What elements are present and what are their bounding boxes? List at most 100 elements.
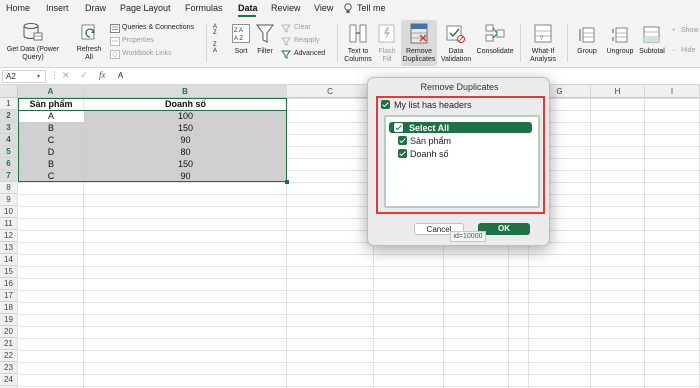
sort-az-buttons[interactable]: AZ ZA bbox=[212, 22, 226, 62]
show-label: Show bbox=[681, 27, 699, 34]
consolidate-button[interactable]: Consolidate bbox=[474, 20, 516, 66]
tooltip: id=10000 bbox=[450, 231, 486, 242]
group-icon bbox=[579, 27, 595, 43]
has-headers-label[interactable]: My list has headers bbox=[394, 100, 472, 110]
workbook-links-label: Workbook Links bbox=[122, 50, 172, 57]
sort-button[interactable]: Z A A Z Sort bbox=[230, 20, 252, 66]
workbook-links-button[interactable]: Workbook Links bbox=[108, 49, 188, 60]
tab-home[interactable]: Home bbox=[6, 3, 30, 13]
tab-formulas[interactable]: Formulas bbox=[185, 3, 223, 13]
flash-fill-button[interactable]: Flash Fill bbox=[376, 20, 398, 66]
insert-function-button[interactable]: fx bbox=[99, 70, 106, 80]
properties-icon bbox=[110, 37, 120, 46]
formula-bar: A2 ▾ ⋮ ✕ ✓ fx A bbox=[0, 68, 700, 85]
advanced-label: Advanced bbox=[294, 50, 326, 57]
text-to-columns-button[interactable]: Text to Columns bbox=[340, 20, 376, 66]
svg-text:Z A: Z A bbox=[234, 28, 243, 34]
table-cell[interactable]: 150 bbox=[84, 159, 287, 170]
group-button[interactable]: Group bbox=[572, 20, 602, 66]
header-cell-b1[interactable]: Doanh số bbox=[84, 99, 287, 110]
tab-view[interactable]: View bbox=[314, 3, 333, 13]
table-cell[interactable]: B bbox=[18, 123, 84, 134]
active-tab-indicator bbox=[238, 15, 256, 17]
clear-filter-button[interactable]: Clear bbox=[280, 23, 320, 34]
menu-bar: Home Insert Draw Page Layout Formulas Da… bbox=[0, 0, 700, 18]
tab-review[interactable]: Review bbox=[271, 3, 301, 13]
confirm-entry-icon[interactable]: ✓ bbox=[80, 70, 88, 81]
table-cell[interactable]: A bbox=[18, 111, 84, 122]
subtotal-button[interactable]: Subtotal bbox=[637, 20, 667, 66]
svg-text:A Z: A Z bbox=[234, 36, 243, 42]
refresh-icon bbox=[81, 24, 95, 40]
column-label-san-pham[interactable]: Sản phẩm bbox=[410, 136, 451, 146]
column-checkbox-doanh-so[interactable] bbox=[398, 149, 407, 158]
tell-me-search[interactable]: Tell me bbox=[357, 3, 386, 13]
tab-page-layout[interactable]: Page Layout bbox=[120, 3, 171, 13]
table-cell[interactable]: D bbox=[18, 147, 84, 158]
table-cell[interactable]: 100 bbox=[84, 111, 287, 122]
remove-duplicates-label-2: Duplicates bbox=[402, 56, 436, 63]
refresh-label-1: Refresh bbox=[76, 46, 102, 53]
filter-icon bbox=[256, 24, 274, 43]
text-to-columns-label-2: Columns bbox=[344, 56, 372, 63]
refresh-all-button[interactable]: Refresh All bbox=[72, 20, 106, 66]
name-box[interactable]: A2 ▾ bbox=[2, 70, 46, 83]
table-cell[interactable]: 90 bbox=[84, 135, 287, 146]
table-cell[interactable]: B bbox=[18, 159, 84, 170]
ungroup-button[interactable]: Ungroup bbox=[603, 20, 637, 66]
formula-input[interactable]: A bbox=[118, 71, 123, 80]
select-all-row[interactable]: Select All bbox=[389, 122, 532, 133]
ribbon-separator bbox=[206, 24, 207, 62]
name-box-dropdown-icon[interactable]: ▾ bbox=[37, 73, 40, 80]
column-label-doanh-so[interactable]: Doanh số bbox=[410, 149, 449, 159]
table-cell[interactable]: C bbox=[18, 171, 84, 182]
ribbon: Get Data (Power Query) Refresh All Queri… bbox=[0, 18, 700, 68]
ungroup-icon bbox=[612, 27, 628, 43]
refresh-label-2: All bbox=[85, 54, 93, 61]
reapply-button[interactable]: Reapply bbox=[280, 36, 325, 47]
spreadsheet-grid: A B C D E F G H I 1234567891011121314151… bbox=[0, 85, 700, 388]
flash-fill-label-2: Fill bbox=[382, 56, 392, 63]
cancel-entry-icon[interactable]: ✕ bbox=[62, 70, 70, 81]
what-if-analysis-button[interactable]: ? What-If Analysis bbox=[525, 20, 561, 66]
column-checkbox-san-pham[interactable] bbox=[398, 136, 407, 145]
sort-descending-icon: ZA bbox=[213, 42, 218, 54]
table-cell[interactable]: 80 bbox=[84, 147, 287, 158]
what-if-label-1: What-If bbox=[531, 48, 555, 55]
hide-detail-button[interactable]: − Hide bbox=[672, 46, 700, 57]
ribbon-separator bbox=[337, 24, 338, 62]
show-detail-button[interactable]: + Show bbox=[672, 26, 700, 37]
consolidate-icon bbox=[485, 24, 505, 42]
what-if-label-2: Analysis bbox=[529, 56, 557, 63]
properties-button[interactable]: Properties bbox=[108, 36, 188, 47]
tab-insert[interactable]: Insert bbox=[46, 3, 69, 13]
ungroup-label: Ungroup bbox=[606, 48, 634, 55]
queries-connections-button[interactable]: Queries & Connections bbox=[108, 23, 203, 34]
database-icon bbox=[23, 23, 43, 41]
sort-icon: Z A A Z bbox=[232, 24, 250, 43]
table-cell[interactable]: 150 bbox=[84, 123, 287, 134]
hide-label: Hide bbox=[681, 47, 696, 54]
hide-detail-icon: − bbox=[672, 48, 676, 54]
reapply-icon bbox=[281, 37, 291, 46]
table-cell[interactable]: C bbox=[18, 135, 84, 146]
properties-label: Properties bbox=[122, 37, 154, 44]
remove-duplicates-button[interactable]: Remove Duplicates bbox=[401, 20, 437, 66]
select-all-checkbox[interactable] bbox=[394, 123, 403, 132]
advanced-filter-button[interactable]: Advanced bbox=[280, 49, 330, 60]
tab-data[interactable]: Data bbox=[238, 3, 258, 13]
get-data-button[interactable]: Get Data (Power Query) bbox=[4, 20, 62, 66]
table-cell[interactable]: 90 bbox=[84, 171, 287, 182]
get-data-label-2: Query) bbox=[22, 54, 44, 61]
remove-duplicates-dialog: Remove Duplicates My list has headers Se… bbox=[367, 77, 550, 246]
has-headers-checkbox[interactable] bbox=[381, 100, 390, 109]
remove-duplicates-label-1: Remove bbox=[405, 48, 433, 55]
tab-draw[interactable]: Draw bbox=[85, 3, 106, 13]
lightbulb-icon bbox=[344, 3, 352, 13]
clear-label: Clear bbox=[294, 24, 311, 31]
data-validation-button[interactable]: Data Validation bbox=[439, 20, 473, 66]
data-validation-icon bbox=[446, 25, 465, 43]
select-all-label: Select All bbox=[409, 123, 450, 133]
header-cell-a1[interactable]: Sản phẩm bbox=[18, 99, 84, 110]
filter-button[interactable]: Filter bbox=[254, 20, 276, 66]
